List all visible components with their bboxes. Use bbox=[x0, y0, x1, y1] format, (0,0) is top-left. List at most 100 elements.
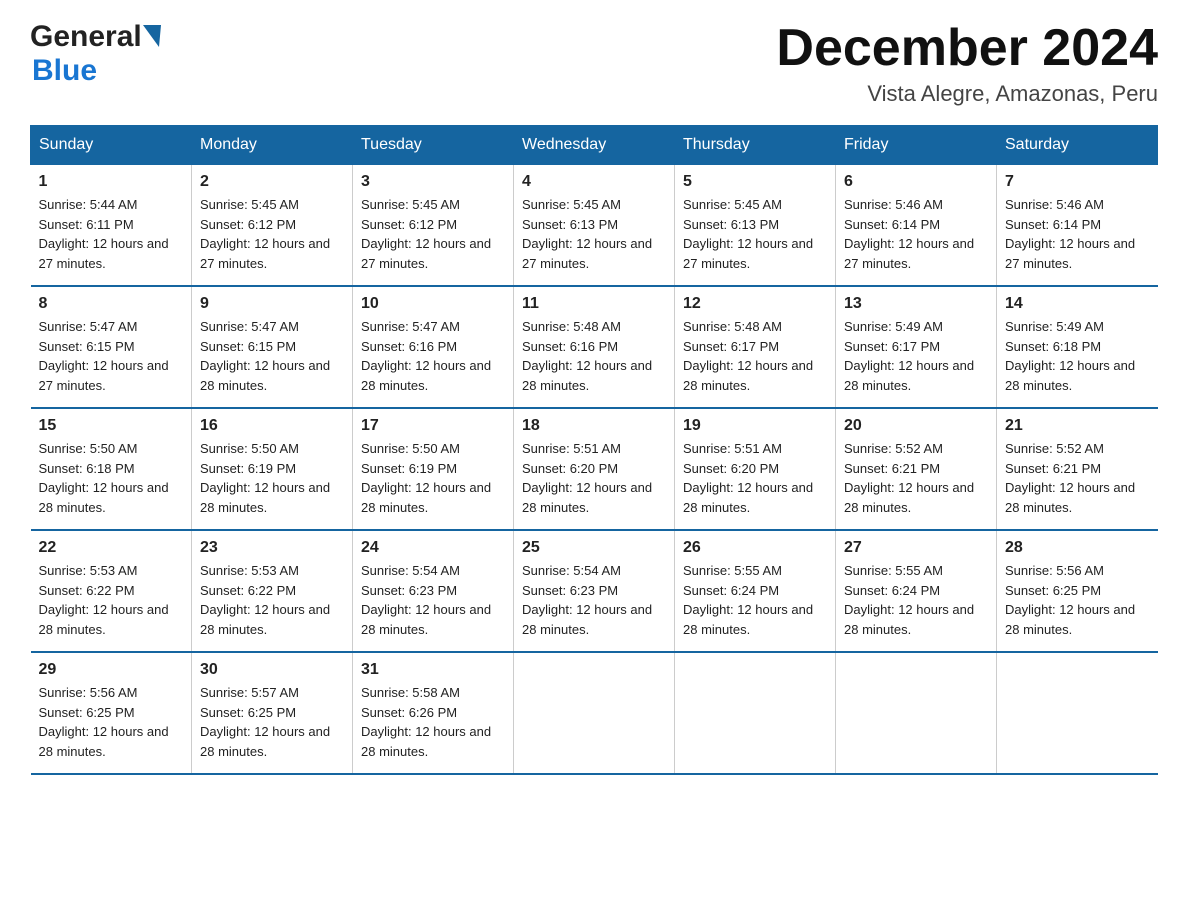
daylight-label: Daylight: 12 hours and 27 minutes. bbox=[522, 236, 652, 271]
calendar-cell: 25 Sunrise: 5:54 AM Sunset: 6:23 PM Dayl… bbox=[514, 530, 675, 652]
day-number: 3 bbox=[361, 173, 505, 191]
location-subtitle: Vista Alegre, Amazonas, Peru bbox=[776, 81, 1158, 107]
daylight-label: Daylight: 12 hours and 28 minutes. bbox=[200, 724, 330, 759]
sunset-label: Sunset: 6:19 PM bbox=[200, 461, 296, 476]
sunrise-label: Sunrise: 5:51 AM bbox=[683, 441, 782, 456]
calendar-cell: 15 Sunrise: 5:50 AM Sunset: 6:18 PM Dayl… bbox=[31, 408, 192, 530]
logo-general-text: General bbox=[30, 20, 142, 54]
day-info: Sunrise: 5:58 AM Sunset: 6:26 PM Dayligh… bbox=[361, 683, 505, 761]
daylight-label: Daylight: 12 hours and 28 minutes. bbox=[522, 358, 652, 393]
calendar-cell: 17 Sunrise: 5:50 AM Sunset: 6:19 PM Dayl… bbox=[353, 408, 514, 530]
day-info: Sunrise: 5:55 AM Sunset: 6:24 PM Dayligh… bbox=[844, 561, 988, 639]
sunset-label: Sunset: 6:12 PM bbox=[361, 217, 457, 232]
calendar-cell: 3 Sunrise: 5:45 AM Sunset: 6:12 PM Dayli… bbox=[353, 165, 514, 287]
day-info: Sunrise: 5:45 AM Sunset: 6:12 PM Dayligh… bbox=[361, 195, 505, 273]
day-number: 23 bbox=[200, 539, 344, 557]
daylight-label: Daylight: 12 hours and 27 minutes. bbox=[683, 236, 813, 271]
sunset-label: Sunset: 6:21 PM bbox=[844, 461, 940, 476]
sunrise-label: Sunrise: 5:47 AM bbox=[361, 319, 460, 334]
calendar-cell: 9 Sunrise: 5:47 AM Sunset: 6:15 PM Dayli… bbox=[192, 286, 353, 408]
day-number: 16 bbox=[200, 417, 344, 435]
calendar-table: Sunday Monday Tuesday Wednesday Thursday… bbox=[30, 125, 1158, 775]
calendar-week-row: 29 Sunrise: 5:56 AM Sunset: 6:25 PM Dayl… bbox=[31, 652, 1158, 774]
sunrise-label: Sunrise: 5:44 AM bbox=[39, 197, 138, 212]
daylight-label: Daylight: 12 hours and 28 minutes. bbox=[1005, 602, 1135, 637]
col-friday: Friday bbox=[836, 126, 997, 165]
calendar-cell: 4 Sunrise: 5:45 AM Sunset: 6:13 PM Dayli… bbox=[514, 165, 675, 287]
day-info: Sunrise: 5:44 AM Sunset: 6:11 PM Dayligh… bbox=[39, 195, 184, 273]
sunset-label: Sunset: 6:25 PM bbox=[39, 705, 135, 720]
daylight-label: Daylight: 12 hours and 27 minutes. bbox=[1005, 236, 1135, 271]
sunrise-label: Sunrise: 5:46 AM bbox=[1005, 197, 1104, 212]
calendar-cell: 21 Sunrise: 5:52 AM Sunset: 6:21 PM Dayl… bbox=[997, 408, 1158, 530]
calendar-cell: 16 Sunrise: 5:50 AM Sunset: 6:19 PM Dayl… bbox=[192, 408, 353, 530]
sunset-label: Sunset: 6:15 PM bbox=[39, 339, 135, 354]
sunset-label: Sunset: 6:16 PM bbox=[522, 339, 618, 354]
day-number: 29 bbox=[39, 661, 184, 679]
day-info: Sunrise: 5:56 AM Sunset: 6:25 PM Dayligh… bbox=[1005, 561, 1150, 639]
day-number: 2 bbox=[200, 173, 344, 191]
sunset-label: Sunset: 6:16 PM bbox=[361, 339, 457, 354]
daylight-label: Daylight: 12 hours and 27 minutes. bbox=[39, 236, 169, 271]
calendar-cell: 26 Sunrise: 5:55 AM Sunset: 6:24 PM Dayl… bbox=[675, 530, 836, 652]
day-info: Sunrise: 5:45 AM Sunset: 6:13 PM Dayligh… bbox=[683, 195, 827, 273]
calendar-cell: 29 Sunrise: 5:56 AM Sunset: 6:25 PM Dayl… bbox=[31, 652, 192, 774]
calendar-cell: 24 Sunrise: 5:54 AM Sunset: 6:23 PM Dayl… bbox=[353, 530, 514, 652]
sunrise-label: Sunrise: 5:45 AM bbox=[200, 197, 299, 212]
sunset-label: Sunset: 6:12 PM bbox=[200, 217, 296, 232]
page-header: General Blue December 2024 Vista Alegre,… bbox=[30, 20, 1158, 107]
daylight-label: Daylight: 12 hours and 28 minutes. bbox=[844, 480, 974, 515]
sunrise-label: Sunrise: 5:45 AM bbox=[683, 197, 782, 212]
sunset-label: Sunset: 6:19 PM bbox=[361, 461, 457, 476]
sunrise-label: Sunrise: 5:57 AM bbox=[200, 685, 299, 700]
day-number: 31 bbox=[361, 661, 505, 679]
day-number: 7 bbox=[1005, 173, 1150, 191]
sunset-label: Sunset: 6:11 PM bbox=[39, 217, 134, 232]
daylight-label: Daylight: 12 hours and 28 minutes. bbox=[844, 602, 974, 637]
day-number: 28 bbox=[1005, 539, 1150, 557]
sunrise-label: Sunrise: 5:58 AM bbox=[361, 685, 460, 700]
sunrise-label: Sunrise: 5:49 AM bbox=[844, 319, 943, 334]
sunset-label: Sunset: 6:23 PM bbox=[522, 583, 618, 598]
logo-blue-text: Blue bbox=[32, 54, 161, 88]
day-number: 12 bbox=[683, 295, 827, 313]
sunrise-label: Sunrise: 5:53 AM bbox=[200, 563, 299, 578]
sunset-label: Sunset: 6:13 PM bbox=[522, 217, 618, 232]
day-number: 24 bbox=[361, 539, 505, 557]
col-tuesday: Tuesday bbox=[353, 126, 514, 165]
sunrise-label: Sunrise: 5:52 AM bbox=[1005, 441, 1104, 456]
daylight-label: Daylight: 12 hours and 28 minutes. bbox=[200, 602, 330, 637]
month-title: December 2024 bbox=[776, 20, 1158, 77]
calendar-cell: 2 Sunrise: 5:45 AM Sunset: 6:12 PM Dayli… bbox=[192, 165, 353, 287]
day-info: Sunrise: 5:51 AM Sunset: 6:20 PM Dayligh… bbox=[522, 439, 666, 517]
sunset-label: Sunset: 6:17 PM bbox=[844, 339, 940, 354]
calendar-cell: 11 Sunrise: 5:48 AM Sunset: 6:16 PM Dayl… bbox=[514, 286, 675, 408]
calendar-cell: 20 Sunrise: 5:52 AM Sunset: 6:21 PM Dayl… bbox=[836, 408, 997, 530]
daylight-label: Daylight: 12 hours and 28 minutes. bbox=[683, 480, 813, 515]
calendar-week-row: 1 Sunrise: 5:44 AM Sunset: 6:11 PM Dayli… bbox=[31, 165, 1158, 287]
sunset-label: Sunset: 6:23 PM bbox=[361, 583, 457, 598]
calendar-header-row: Sunday Monday Tuesday Wednesday Thursday… bbox=[31, 126, 1158, 165]
day-number: 6 bbox=[844, 173, 988, 191]
day-info: Sunrise: 5:50 AM Sunset: 6:19 PM Dayligh… bbox=[361, 439, 505, 517]
sunrise-label: Sunrise: 5:54 AM bbox=[361, 563, 460, 578]
calendar-cell bbox=[836, 652, 997, 774]
day-info: Sunrise: 5:46 AM Sunset: 6:14 PM Dayligh… bbox=[844, 195, 988, 273]
day-number: 21 bbox=[1005, 417, 1150, 435]
day-number: 1 bbox=[39, 173, 184, 191]
title-block: December 2024 Vista Alegre, Amazonas, Pe… bbox=[776, 20, 1158, 107]
day-info: Sunrise: 5:57 AM Sunset: 6:25 PM Dayligh… bbox=[200, 683, 344, 761]
sunrise-label: Sunrise: 5:45 AM bbox=[522, 197, 621, 212]
day-info: Sunrise: 5:50 AM Sunset: 6:18 PM Dayligh… bbox=[39, 439, 184, 517]
calendar-cell: 13 Sunrise: 5:49 AM Sunset: 6:17 PM Dayl… bbox=[836, 286, 997, 408]
day-info: Sunrise: 5:54 AM Sunset: 6:23 PM Dayligh… bbox=[361, 561, 505, 639]
calendar-cell: 7 Sunrise: 5:46 AM Sunset: 6:14 PM Dayli… bbox=[997, 165, 1158, 287]
day-number: 30 bbox=[200, 661, 344, 679]
sunset-label: Sunset: 6:25 PM bbox=[1005, 583, 1101, 598]
day-info: Sunrise: 5:47 AM Sunset: 6:16 PM Dayligh… bbox=[361, 317, 505, 395]
sunrise-label: Sunrise: 5:46 AM bbox=[844, 197, 943, 212]
day-info: Sunrise: 5:56 AM Sunset: 6:25 PM Dayligh… bbox=[39, 683, 184, 761]
col-sunday: Sunday bbox=[31, 126, 192, 165]
col-saturday: Saturday bbox=[997, 126, 1158, 165]
daylight-label: Daylight: 12 hours and 28 minutes. bbox=[683, 602, 813, 637]
